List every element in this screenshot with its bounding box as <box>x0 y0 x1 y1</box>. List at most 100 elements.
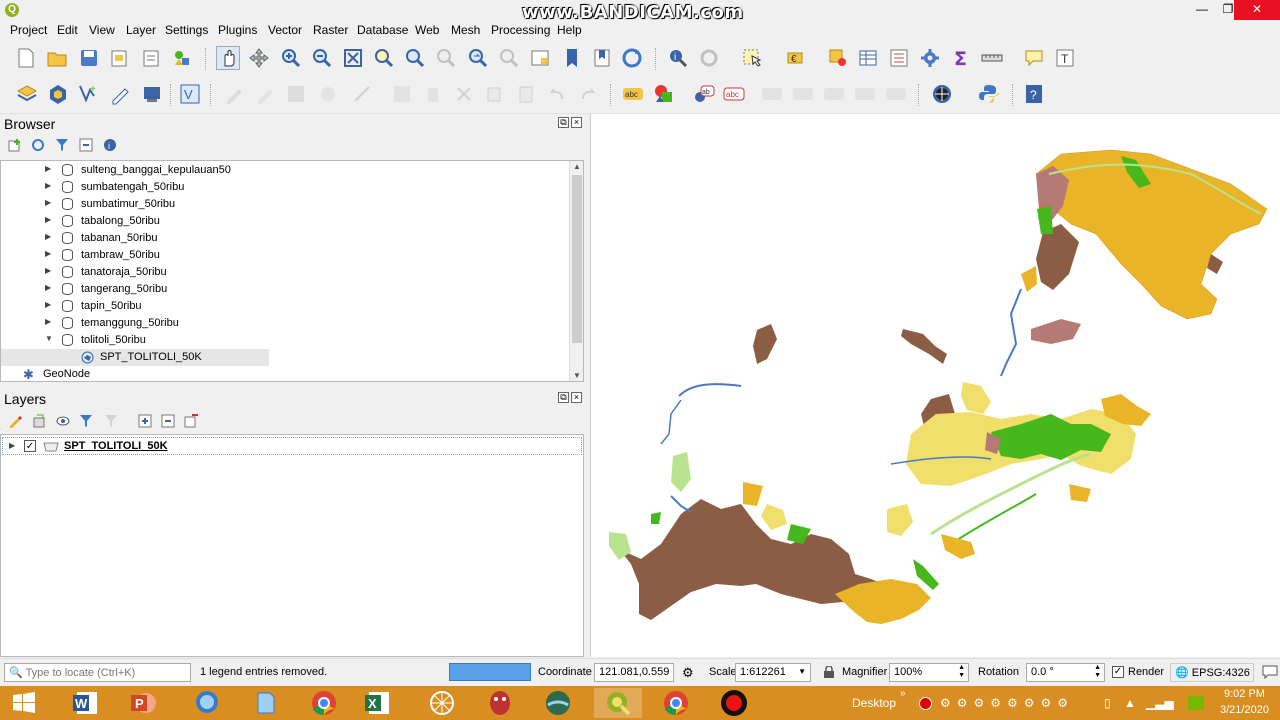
word-icon[interactable]: W <box>62 688 110 718</box>
data-source-manager-icon[interactable] <box>15 82 39 106</box>
field-calculator-icon[interactable] <box>887 46 911 70</box>
add-selected-layers-icon[interactable] <box>7 137 23 153</box>
style-manager-icon[interactable] <box>170 46 194 70</box>
python-console-icon[interactable] <box>977 82 1001 106</box>
collapse-arrow-icon[interactable]: ▼ <box>45 334 53 343</box>
new-print-layout-icon[interactable] <box>107 46 131 70</box>
identify-features-icon[interactable]: i <box>666 46 690 70</box>
volume-icon[interactable]: ♪ <box>1166 696 1172 710</box>
change-label-icon[interactable] <box>853 82 877 106</box>
zoom-in-icon[interactable] <box>279 46 303 70</box>
highlight-pinned-labels-icon[interactable]: ab <box>692 82 716 106</box>
undo-icon[interactable] <box>545 82 569 106</box>
clock-date[interactable]: 3/21/2020 <box>1220 704 1269 716</box>
map-canvas[interactable] <box>590 114 1280 657</box>
browser-float-button[interactable]: ⧉ <box>558 117 569 128</box>
layer-visibility-checkbox[interactable]: ✓ <box>24 440 36 452</box>
tray-icons[interactable]: ⚙⚙⚙⚙⚙⚙⚙⚙ <box>940 696 1074 710</box>
magnifier-spinbox[interactable]: 100% ▲ ▼ <box>889 663 969 682</box>
zoom-next-icon[interactable] <box>497 46 521 70</box>
toggle-extents-icon[interactable]: ⚙ <box>682 665 698 681</box>
delete-selected-icon[interactable] <box>421 82 445 106</box>
filter-by-expression-icon[interactable] <box>103 413 119 429</box>
close-button[interactable]: ✕ <box>1234 0 1280 20</box>
filter-browser-icon[interactable] <box>54 137 70 153</box>
new-project-icon[interactable] <box>14 46 38 70</box>
open-project-icon[interactable] <box>45 46 69 70</box>
expand-arrow-icon[interactable]: ▶ <box>45 232 51 241</box>
network-icon[interactable] <box>418 688 466 718</box>
add-vector-layer-icon[interactable]: + <box>77 82 101 106</box>
layer-diagram-icon[interactable] <box>652 82 676 106</box>
rotate-label-icon[interactable] <box>822 82 846 106</box>
scale-combo[interactable]: 1:612261 ▼ <box>735 663 811 682</box>
save-edits-icon[interactable] <box>284 82 308 106</box>
properties-info-icon[interactable]: i <box>102 137 118 153</box>
battery-icon[interactable]: ▯ <box>1104 696 1111 710</box>
menu-project[interactable]: Project <box>10 23 47 37</box>
layers-float-button[interactable]: ⧉ <box>558 392 569 403</box>
measure-line-icon[interactable] <box>980 46 1004 70</box>
collapse-all-icon[interactable] <box>78 137 94 153</box>
label-toolbar-icon[interactable]: abc <box>621 82 645 106</box>
filter-legend-icon[interactable] <box>78 413 94 429</box>
add-group-icon[interactable] <box>31 413 47 429</box>
windows-start-icon[interactable] <box>0 688 48 718</box>
cut-features-icon[interactable] <box>452 82 476 106</box>
locator-search[interactable]: 🔍 Type to locate (Ctrl+K) <box>4 663 191 682</box>
chevron-right-icon[interactable]: » <box>900 688 906 699</box>
messages-icon[interactable] <box>1262 664 1278 680</box>
new-map-view-icon[interactable] <box>528 46 552 70</box>
select-by-value-icon[interactable]: € <box>784 46 808 70</box>
expand-arrow-icon[interactable]: ▶ <box>45 215 51 224</box>
copy-features-icon[interactable] <box>482 82 506 106</box>
statistical-summary-icon[interactable]: Σ <box>949 46 973 70</box>
qgis-taskbar-icon[interactable] <box>594 688 642 718</box>
current-edits-icon[interactable] <box>222 82 246 106</box>
rotation-spinbox[interactable]: 0.0 ° ▲ ▼ <box>1026 663 1105 682</box>
record-icon[interactable] <box>710 688 758 718</box>
style-panel-icon[interactable] <box>7 413 23 429</box>
browser-scrollbar[interactable]: ▲ ▼ <box>569 161 583 381</box>
manage-visibility-icon[interactable] <box>55 413 71 429</box>
menu-mesh[interactable]: Mesh <box>451 23 480 37</box>
zoom-to-selection-icon[interactable] <box>372 46 396 70</box>
powerpoint-icon[interactable]: P <box>120 688 168 718</box>
add-virtual-layer-icon[interactable]: V <box>178 82 202 106</box>
layout-manager-icon[interactable] <box>139 46 163 70</box>
desktop-label[interactable]: Desktop <box>852 696 896 710</box>
digitize-icon[interactable] <box>316 82 340 106</box>
new-bookmark-icon[interactable] <box>560 46 584 70</box>
vertex-tool-icon[interactable] <box>350 82 374 106</box>
chrome-icon-2[interactable] <box>652 688 700 718</box>
magnifier-app-icon[interactable] <box>184 688 232 718</box>
expand-arrow-icon[interactable]: ▶ <box>45 164 51 173</box>
redo-icon[interactable] <box>576 82 600 106</box>
move-label-icon[interactable] <box>791 82 815 106</box>
menu-web[interactable]: Web <box>415 23 439 37</box>
add-wms-layer-icon[interactable] <box>140 82 164 106</box>
expand-arrow-icon[interactable]: ▶ <box>45 249 51 258</box>
expand-arrow-icon[interactable]: ▶ <box>45 181 51 190</box>
chrome-icon[interactable] <box>300 688 348 718</box>
expand-arrow-icon[interactable]: ▶ <box>45 198 51 207</box>
collapse-all-layers-icon[interactable] <box>160 413 176 429</box>
network-tray-icon[interactable]: ▲ <box>1124 696 1136 710</box>
refresh-browser-icon[interactable] <box>30 137 46 153</box>
refresh-icon[interactable] <box>620 46 644 70</box>
recording-indicator-icon[interactable] <box>919 697 932 710</box>
select-features-icon[interactable] <box>741 46 765 70</box>
help-icon[interactable]: ? <box>1022 82 1046 106</box>
expand-arrow-icon[interactable]: ▶ <box>9 441 15 450</box>
scroll-up-icon[interactable]: ▲ <box>573 162 581 171</box>
menu-database[interactable]: Database <box>357 23 408 37</box>
menu-plugins[interactable]: Plugins <box>218 23 257 37</box>
scroll-thumb[interactable] <box>572 175 582 343</box>
clock-time[interactable]: 9:02 PM <box>1224 688 1265 700</box>
chevron-down-icon[interactable]: ▼ <box>798 667 806 676</box>
coordinate-field[interactable]: 121.081,0.559 <box>594 663 674 682</box>
expand-arrow-icon[interactable]: ▶ <box>45 300 51 309</box>
show-hide-labels-icon[interactable] <box>760 82 784 106</box>
pan-map-icon[interactable] <box>216 46 240 70</box>
pan-to-selection-icon[interactable] <box>247 46 271 70</box>
